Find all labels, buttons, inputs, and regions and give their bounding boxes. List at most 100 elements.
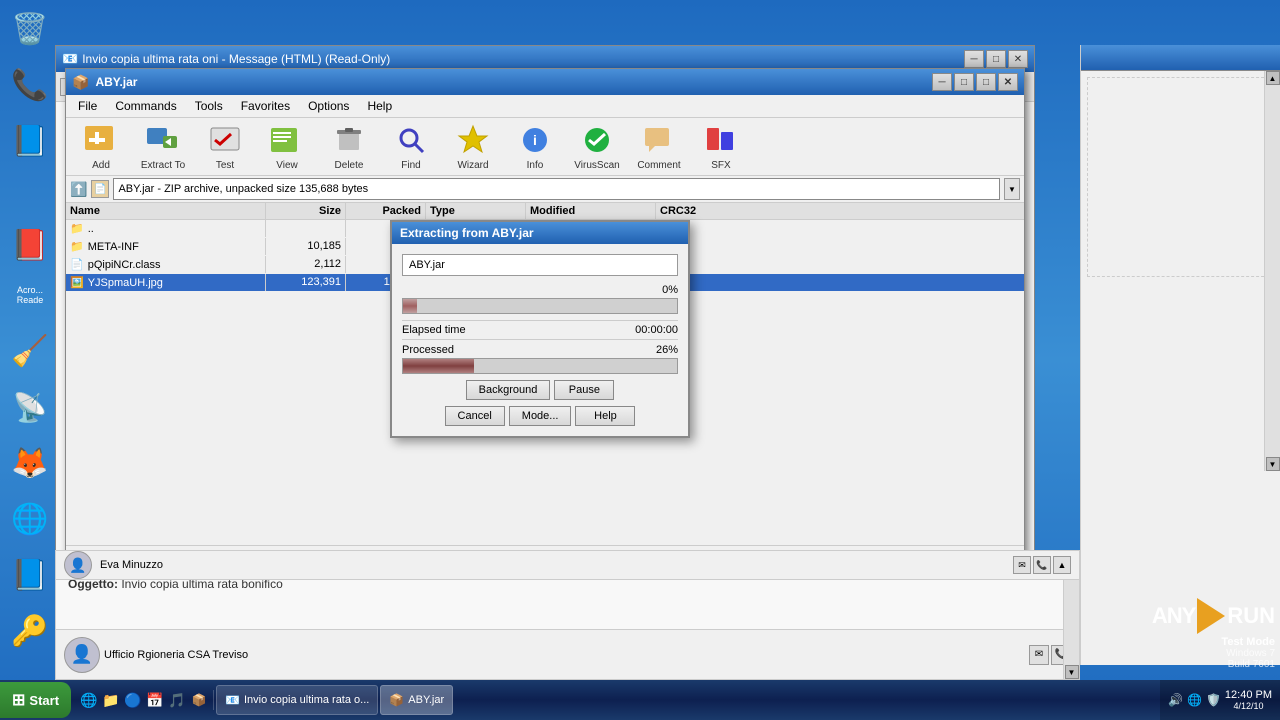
google-chrome-icon[interactable]: 🌐: [6, 495, 54, 543]
toolbar-info[interactable]: i Info: [506, 122, 564, 171]
filezilla-icon[interactable]: 📡: [6, 383, 54, 431]
winrar-minimize-btn[interactable]: ─: [932, 73, 952, 91]
winrar-maximize-btn[interactable]: □: [976, 73, 996, 91]
toolbar-comment-label: Comment: [637, 160, 680, 171]
email-scroll-down-btn[interactable]: ▼: [1065, 665, 1079, 679]
wizard-icon: [453, 122, 493, 158]
elapsed-row: Elapsed time 00:00:00: [402, 320, 678, 340]
right-panel: ▲ ▼: [1080, 45, 1280, 665]
taskbar-outlook-item[interactable]: 📧 Invio copia ultima rata o...: [216, 685, 378, 715]
any-run-badge: ANY RUN Test Mode Windows 7 Build 7601: [1152, 598, 1275, 670]
taskbar-folder-icon[interactable]: 📁: [101, 690, 121, 710]
toolbar-virusscan[interactable]: VirusScan: [568, 122, 626, 171]
processed-label: Processed: [402, 344, 454, 356]
any-run-brand: ANY RUN: [1152, 598, 1275, 634]
toolbar-find[interactable]: Find: [382, 122, 440, 171]
col-header-type[interactable]: Type: [426, 203, 526, 219]
toolbar-delete[interactable]: Delete: [320, 122, 378, 171]
toolbar-view[interactable]: View: [258, 122, 316, 171]
col-header-packed[interactable]: Packed: [346, 203, 426, 219]
outlook-close-btn[interactable]: ✕: [1008, 50, 1028, 68]
toolbar-sfx[interactable]: SFX: [692, 122, 750, 171]
taskbar-cal-icon[interactable]: 📅: [145, 690, 165, 710]
menu-commands[interactable]: Commands: [107, 97, 184, 115]
taskbar-winrar-tray[interactable]: 📦: [189, 690, 209, 710]
background-button[interactable]: Background: [466, 380, 551, 400]
toolbar-test[interactable]: Test: [196, 122, 254, 171]
elapsed-value: 00:00:00: [635, 324, 678, 336]
word-desktop-icon[interactable]: 📘: [6, 117, 54, 165]
menu-help[interactable]: Help: [359, 97, 400, 115]
winrar-titlebar: 📦 ABY.jar ─ □ □ ✕: [66, 69, 1024, 95]
outlook-maximize-btn[interactable]: □: [986, 50, 1006, 68]
contact-btn-1[interactable]: ✉: [1029, 645, 1049, 665]
taskbar-outlook-label: Invio copia ultima rata o...: [244, 694, 369, 706]
menu-options[interactable]: Options: [300, 97, 357, 115]
col-header-crc32[interactable]: CRC32: [656, 203, 736, 219]
scroll-down-btn[interactable]: ▼: [1266, 457, 1280, 471]
menu-favorites[interactable]: Favorites: [233, 97, 298, 115]
tray-volume-icon[interactable]: 🔊: [1168, 693, 1183, 707]
col-header-size[interactable]: Size: [266, 203, 346, 219]
windows-label: Windows 7: [1226, 648, 1275, 659]
cancel-button[interactable]: Cancel: [445, 406, 505, 426]
taskbar-ie-icon[interactable]: 🌐: [79, 690, 99, 710]
app-icon-8[interactable]: 📘: [6, 551, 54, 599]
dialog-buttons-row2: Cancel Mode... Help: [402, 406, 678, 426]
winrar-close-btn[interactable]: ✕: [998, 73, 1018, 91]
pause-button[interactable]: Pause: [554, 380, 614, 400]
winrar-restore-btn[interactable]: □: [954, 73, 974, 91]
build-label: Build 7601: [1228, 659, 1275, 670]
outlook-minimize-btn[interactable]: ─: [964, 50, 984, 68]
dialog-body: ABY.jar 0% Elapsed time 00:00:00 Proce: [392, 244, 688, 436]
scroll-up-btn[interactable]: ▲: [1266, 71, 1280, 85]
app-icon-9[interactable]: 🔑: [6, 607, 54, 655]
taskbar-media-icon[interactable]: 🎵: [167, 690, 187, 710]
sfx-icon: [701, 122, 741, 158]
processed-progress-fill: [403, 359, 474, 373]
toolbar-virusscan-label: VirusScan: [574, 160, 619, 171]
taskbar-winrar-item[interactable]: 📦 ABY.jar: [380, 685, 453, 715]
contact2-btn-1[interactable]: ✉: [1013, 556, 1031, 574]
path-input[interactable]: [113, 178, 1000, 200]
col-header-modified[interactable]: Modified: [526, 203, 656, 219]
contact2-btn-2[interactable]: 📞: [1033, 556, 1051, 574]
path-dropdown-btn[interactable]: ▼: [1004, 178, 1020, 200]
tray-security-icon[interactable]: 🛡️: [1206, 693, 1221, 707]
progress-percent: 0%: [662, 284, 678, 296]
toolbar-comment[interactable]: Comment: [630, 122, 688, 171]
path-icon: 📄: [91, 180, 109, 198]
taskbar-chrome-icon[interactable]: 🔵: [123, 690, 143, 710]
toolbar-delete-label: Delete: [335, 160, 364, 171]
acrobat-icon[interactable]: 📕: [6, 221, 54, 269]
menu-tools[interactable]: Tools: [187, 97, 231, 115]
toolbar-wizard-label: Wizard: [457, 160, 488, 171]
contact2-collapse-btn[interactable]: ▲: [1053, 556, 1071, 574]
help-button[interactable]: Help: [575, 406, 635, 426]
col-header-name[interactable]: Name: [66, 203, 266, 219]
file-size-3: 123,391: [266, 274, 346, 291]
test-icon: [205, 122, 245, 158]
start-button[interactable]: ⊞ Start: [0, 682, 71, 718]
acrobat-label: Acro...Reade: [6, 271, 54, 319]
toolbar-wizard[interactable]: Wizard: [444, 122, 502, 171]
system-clock[interactable]: 12:40 PM 4/12/10: [1225, 689, 1272, 711]
test-mode-label: Test Mode: [1221, 636, 1275, 648]
nav-up-btn[interactable]: ⬆️: [70, 181, 87, 198]
firefox-icon[interactable]: 🦊: [6, 439, 54, 487]
path-bar: ⬆️ 📄 ▼: [66, 176, 1024, 203]
processed-percent: 26%: [656, 344, 678, 356]
menu-file[interactable]: File: [70, 97, 105, 115]
any-run-text: ANY: [1152, 603, 1195, 629]
mode-button[interactable]: Mode...: [509, 406, 572, 426]
toolbar-info-label: Info: [527, 160, 544, 171]
toolbar-extract-to[interactable]: Extract To: [134, 122, 192, 171]
recycle-bin-icon[interactable]: 🗑️: [6, 5, 54, 53]
file-size-2: 2,112: [266, 256, 346, 273]
toolbar-view-label: View: [276, 160, 298, 171]
tray-network-icon[interactable]: 🌐: [1187, 693, 1202, 707]
skype-icon[interactable]: 📞: [6, 61, 54, 109]
toolbar-add[interactable]: Add: [72, 122, 130, 171]
dialog-titlebar: Extracting from ABY.jar: [392, 222, 688, 244]
ccleaner-icon[interactable]: 🧹: [6, 327, 54, 375]
